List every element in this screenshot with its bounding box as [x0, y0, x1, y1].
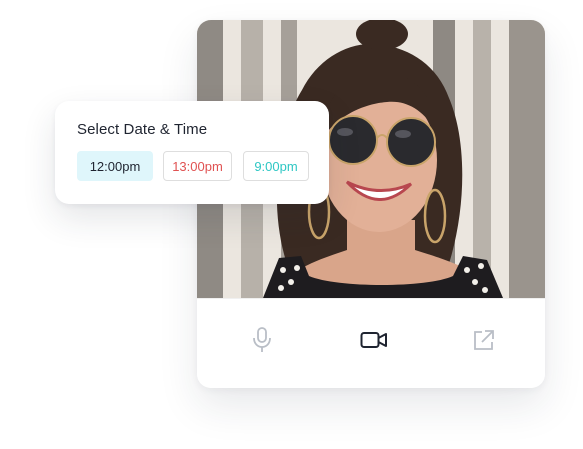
microphone-icon — [252, 326, 272, 358]
date-time-picker: Select Date & Time 12:00pm 13:00pm 9:00p… — [55, 101, 329, 204]
time-slot-available[interactable]: 9:00pm — [243, 151, 309, 181]
picker-title: Select Date & Time — [77, 121, 208, 138]
video-call-card — [197, 20, 545, 388]
external-share-icon — [472, 328, 496, 357]
share-button[interactable] — [467, 328, 501, 356]
time-slot-selected[interactable]: 12:00pm — [77, 151, 153, 181]
video-camera-icon — [360, 330, 388, 355]
time-slot-unavailable[interactable]: 13:00pm — [163, 151, 232, 181]
call-control-bar — [197, 298, 545, 388]
microphone-button[interactable] — [245, 326, 279, 358]
camera-button[interactable] — [357, 328, 391, 356]
